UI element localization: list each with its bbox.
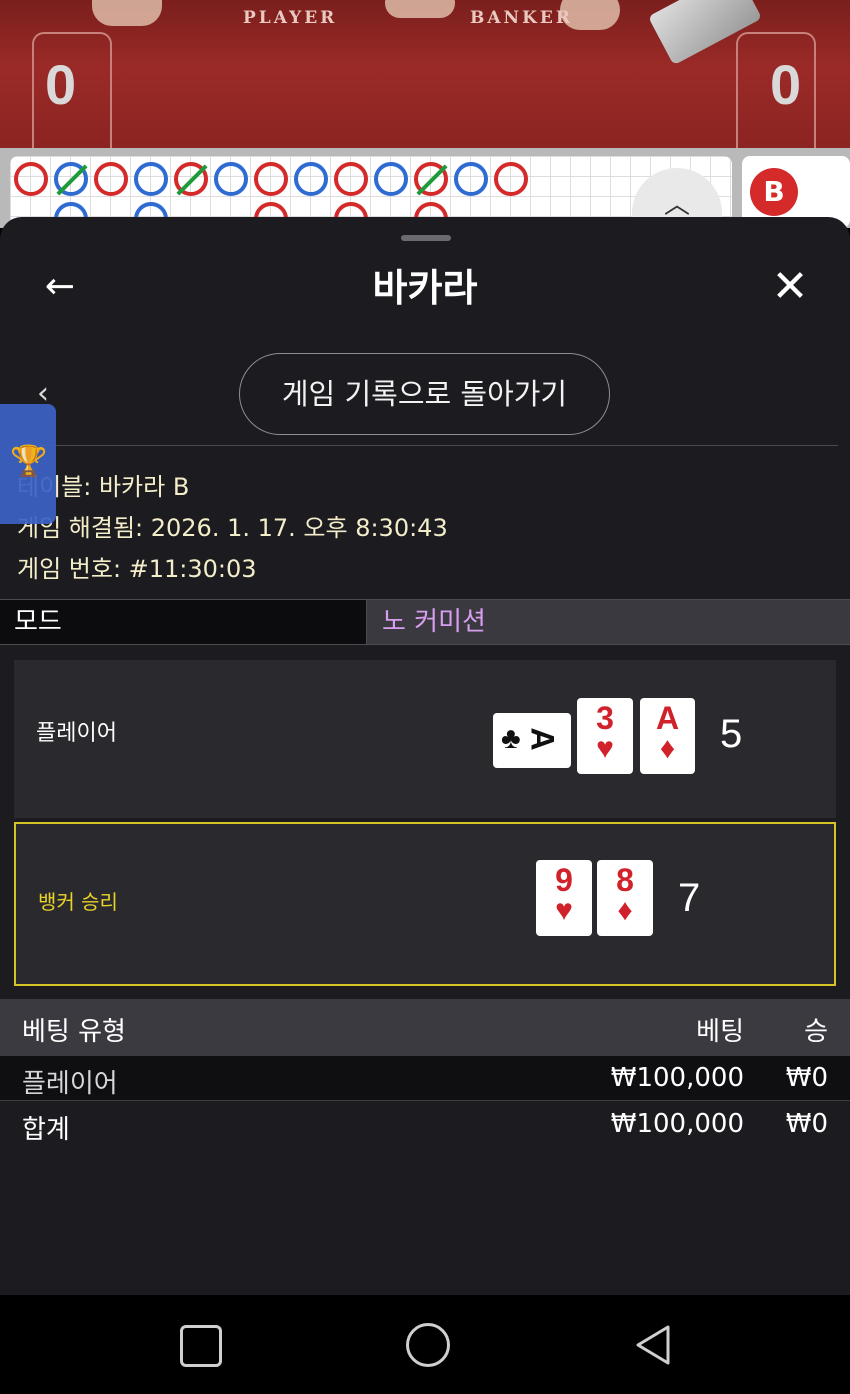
mode-value: 노 커미션	[367, 600, 850, 644]
win-header: 승	[804, 1017, 828, 1047]
card-suit: ♥	[596, 732, 614, 765]
total-bet-amount: ₩100,000	[610, 1109, 744, 1139]
bet-amount-header: 베팅	[696, 1017, 744, 1047]
player-bead	[294, 162, 328, 196]
game-number: 게임 번호: #11:30:03	[17, 555, 257, 583]
banker-bead	[14, 162, 48, 196]
banker-win-label: 뱅커 승리	[38, 890, 118, 914]
player-bead	[214, 162, 248, 196]
dealer-hand	[92, 0, 162, 26]
return-to-history-button[interactable]: 게임 기록으로 돌아가기	[239, 353, 610, 435]
player-score: 0	[45, 53, 77, 116]
card-rank: 8	[616, 862, 634, 898]
system-nav-bar	[0, 1295, 850, 1394]
divider	[17, 445, 838, 446]
total-label: 합계	[22, 1115, 70, 1145]
player-bead	[454, 162, 488, 196]
banker-bead	[254, 162, 288, 196]
player-hand-label: 플레이어	[36, 721, 117, 746]
player-bead	[134, 162, 168, 196]
bet-type-header: 베팅 유형	[22, 1017, 126, 1047]
banker-hand-panel: 뱅커 승리 9 ♥ 8 ♦ 7	[14, 822, 836, 986]
card-suit: ♦	[659, 732, 676, 765]
resolved-time: 게임 해결됨: 2026. 1. 17. 오후 8:30:43	[17, 514, 448, 542]
bets-table-header: 베팅 유형 베팅 승	[0, 999, 850, 1056]
playing-card: 3 ♥	[577, 698, 633, 774]
dealer-hand	[385, 0, 455, 18]
bet-amount: ₩100,000	[610, 1063, 744, 1093]
banker-bead	[494, 162, 528, 196]
card-rank: 3	[596, 700, 614, 736]
recent-apps-icon[interactable]	[180, 1325, 222, 1367]
live-table-video: PLAYER BANKER 0 0	[0, 0, 850, 148]
banker-bead	[94, 162, 128, 196]
home-icon[interactable]	[406, 1323, 450, 1367]
mode-label: 모드	[0, 600, 367, 644]
banker-prediction-chip[interactable]: B	[750, 168, 798, 216]
leaderboard-tab[interactable]: 🏆	[0, 404, 56, 524]
mode-row: 모드 노 커미션	[0, 599, 850, 645]
trophy-icon: 🏆	[10, 444, 48, 479]
playing-card: 9 ♥	[536, 860, 592, 936]
back-triangle-icon[interactable]	[632, 1323, 676, 1367]
bet-type: 플레이어	[22, 1069, 118, 1099]
sheet-title: 바카라	[372, 266, 478, 310]
scoreboard-road: ︿ B	[0, 148, 850, 238]
card-rank: A	[524, 727, 561, 751]
banker-score: 0	[770, 53, 802, 116]
win-amount: ₩0	[785, 1063, 828, 1093]
card-rank: 9	[555, 862, 573, 898]
playing-card: ♣ A	[493, 713, 571, 768]
total-win-amount: ₩0	[785, 1109, 828, 1139]
player-bead	[374, 162, 408, 196]
banker-area-label: BANKER	[470, 8, 573, 28]
table-row: 플레이어 ₩100,000 ₩0	[0, 1056, 850, 1101]
player-hand-total: 5	[720, 712, 743, 756]
player-area-label: PLAYER	[243, 8, 338, 28]
total-row: 합계 ₩100,000 ₩0	[0, 1102, 850, 1147]
playing-card: A ♦	[640, 698, 695, 774]
card-suit: ♦	[617, 894, 633, 927]
player-hand-panel: 플레이어 ♣ A 3 ♥ A ♦ 5	[14, 660, 836, 818]
card-suit: ♣	[501, 722, 521, 755]
game-detail-sheet: ← 바카라 ✕ ‹ 게임 기록으로 돌아가기 테이블: 바카라 B 게임 해결됨…	[0, 217, 850, 1295]
close-icon[interactable]: ✕	[762, 259, 818, 315]
card-suit: ♥	[555, 894, 573, 927]
sheet-drag-handle[interactable]	[401, 235, 451, 241]
card-rank: A	[655, 700, 680, 736]
banker-bead	[334, 162, 368, 196]
banker-hand-total: 7	[678, 876, 701, 920]
back-triangle-glyph	[636, 1325, 670, 1365]
playing-card: 8 ♦	[597, 860, 653, 936]
